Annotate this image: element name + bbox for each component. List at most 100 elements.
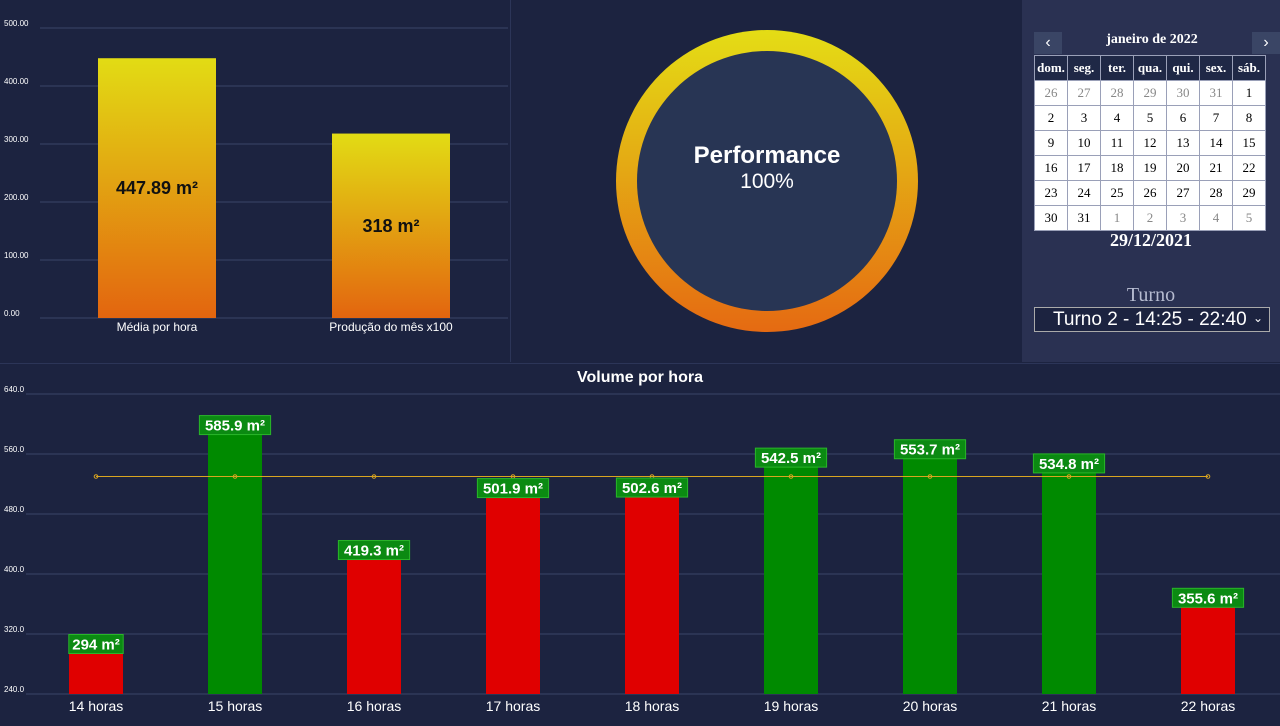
calendar-day[interactable]: 2 [1133, 205, 1167, 231]
turno-label: Turno [1126, 284, 1176, 306]
volume-bar [1042, 472, 1096, 694]
top-y-tick-label: 500.00 [4, 19, 29, 28]
calendar-day[interactable]: 31 [1067, 205, 1101, 231]
top-bar-chart: 0.00 100.00 200.00 300.00 400.00 500.00 447.89… [4, 19, 508, 334]
calendar-day[interactable]: 1 [1100, 205, 1134, 231]
calendar-day[interactable]: 3 [1067, 105, 1101, 131]
calendar-day[interactable]: 28 [1199, 180, 1233, 206]
calendar-weekday-row: dom. seg. ter. qua. qui. sex. sáb. [1034, 55, 1266, 81]
calendar-panel: ‹ janeiro de 2022 › dom. seg. ter. qua. qui.… [1022, 0, 1280, 362]
volume-y-tick-label: 640.0 [4, 385, 25, 394]
calendar-day[interactable]: 3 [1166, 205, 1200, 231]
turno-select[interactable]: Turno 2 - 14:25 - 22:40 ⌄ [1034, 307, 1270, 332]
calendar-day[interactable]: 23 [1034, 180, 1068, 206]
top-bar-data-label: 447.89 m² [116, 178, 198, 198]
calendar-day[interactable]: 20 [1166, 155, 1200, 181]
calendar-day[interactable]: 18 [1100, 155, 1134, 181]
volume-x-tick-label: 14 horas [69, 698, 123, 714]
calendar-day[interactable]: 15 [1232, 130, 1266, 156]
calendar-day[interactable]: 22 [1232, 155, 1266, 181]
volume-x-tick-label: 15 horas [208, 698, 262, 714]
calendar-day[interactable]: 13 [1166, 130, 1200, 156]
selected-date: 29/12/2021 [1109, 230, 1192, 250]
calendar-day[interactable]: 30 [1166, 80, 1200, 106]
calendar-day[interactable]: 17 [1067, 155, 1101, 181]
calendar-weekday: sex. [1199, 55, 1233, 81]
calendar-week-row: 16 17 18 19 20 21 22 [1034, 155, 1266, 181]
calendar-day[interactable]: 30 [1034, 205, 1068, 231]
volume-data-label: 553.7 m² [900, 442, 960, 459]
calendar-day[interactable]: 9 [1034, 130, 1068, 156]
calendar-month-title: janeiro de 2022 [1106, 32, 1198, 47]
calendar-day[interactable]: 16 [1034, 155, 1068, 181]
calendar-day[interactable]: 21 [1199, 155, 1233, 181]
calendar-day[interactable]: 19 [1133, 155, 1167, 181]
performance-panel: Performance 100% [512, 0, 1021, 362]
volume-bar [625, 497, 679, 694]
chevron-down-icon: ⌄ [1252, 311, 1263, 325]
volume-y-tick-label: 320.0 [4, 625, 25, 634]
volume-x-tick-label: 16 horas [347, 698, 401, 714]
calendar-day[interactable]: 29 [1133, 80, 1167, 106]
calendar-day[interactable]: 10 [1067, 130, 1101, 156]
chevron-right-icon: › [1263, 34, 1269, 51]
volume-bar [69, 653, 123, 694]
calendar-day[interactable]: 5 [1232, 205, 1266, 231]
volume-chart-panel: Volume por hora 240.0 320.0 400.0 480.0 560.0… [0, 363, 1280, 721]
calendar-day[interactable]: 25 [1100, 180, 1134, 206]
volume-bar-chart: Volume por hora 240.0 320.0 400.0 480.0 560.0… [4, 369, 1280, 714]
turno-selected-value: Turno 2 - 14:25 - 22:40 [1053, 308, 1247, 330]
calendar-day[interactable]: 8 [1232, 105, 1266, 131]
top-y-tick-label: 0.00 [4, 309, 20, 318]
volume-data-label: 502.6 m² [622, 480, 682, 497]
calendar-week-row: 23 24 25 26 27 28 29 [1034, 180, 1266, 206]
calendar-weekday: dom. [1034, 55, 1068, 81]
calendar-day[interactable]: 4 [1199, 205, 1233, 231]
calendar-day[interactable]: 4 [1100, 105, 1134, 131]
calendar-day[interactable]: 7 [1199, 105, 1233, 131]
top-y-tick-label: 400.00 [4, 77, 29, 86]
top-x-tick-label: Produção do mês x100 [329, 320, 453, 334]
top-y-tick-label: 200.00 [4, 193, 29, 202]
top-bar-data-label: 318 m² [362, 216, 419, 236]
calendar-day[interactable]: 24 [1067, 180, 1101, 206]
volume-data-label: 419.3 m² [344, 543, 404, 560]
volume-chart-title: Volume por hora [577, 369, 703, 386]
calendar-day[interactable]: 26 [1133, 180, 1167, 206]
calendar-day[interactable]: 2 [1034, 105, 1068, 131]
calendar-day[interactable]: 28 [1100, 80, 1134, 106]
calendar-day[interactable]: 26 [1034, 80, 1068, 106]
calendar-weekday: ter. [1100, 55, 1134, 81]
calendar-grid: dom. seg. ter. qua. qui. sex. sáb. 26 27 28 29 30 3… [1034, 55, 1266, 231]
volume-data-label: 501.9 m² [483, 481, 543, 498]
volume-x-tick-label: 19 horas [764, 698, 818, 714]
volume-data-label: 355.6 m² [1178, 590, 1238, 607]
calendar-day[interactable]: 31 [1199, 80, 1233, 106]
volume-y-tick-label: 240.0 [4, 685, 25, 694]
volume-data-label: 542.5 m² [761, 450, 821, 467]
calendar-weekday: qui. [1166, 55, 1200, 81]
calendar-week-row: 30 31 1 2 3 4 5 [1034, 205, 1266, 231]
calendar-day[interactable]: 6 [1166, 105, 1200, 131]
volume-bar [347, 559, 401, 694]
calendar-header: ‹ janeiro de 2022 › [1034, 30, 1280, 54]
calendar-next-button[interactable]: › [1252, 32, 1280, 54]
calendar-week-row: 26 27 28 29 30 31 1 [1034, 80, 1266, 106]
calendar-day[interactable]: 12 [1133, 130, 1167, 156]
calendar-day[interactable]: 11 [1100, 130, 1134, 156]
volume-x-tick-label: 18 horas [625, 698, 679, 714]
calendar-day[interactable]: 27 [1067, 80, 1101, 106]
volume-data-label: 585.9 m² [205, 418, 265, 435]
calendar-day[interactable]: 29 [1232, 180, 1266, 206]
calendar-weekday: seg. [1067, 55, 1101, 81]
calendar-day[interactable]: 1 [1232, 80, 1266, 106]
performance-value: 100% [740, 170, 794, 193]
calendar-day[interactable]: 5 [1133, 105, 1167, 131]
calendar-weekday: qua. [1133, 55, 1167, 81]
calendar-day[interactable]: 27 [1166, 180, 1200, 206]
calendar-day[interactable]: 14 [1199, 130, 1233, 156]
volume-x-tick-label: 20 horas [903, 698, 957, 714]
top-y-tick-label: 300.00 [4, 135, 29, 144]
top-bar-chart-panel: 0.00 100.00 200.00 300.00 400.00 500.00 447.89… [0, 0, 511, 362]
top-y-tick-label: 100.00 [4, 251, 29, 260]
